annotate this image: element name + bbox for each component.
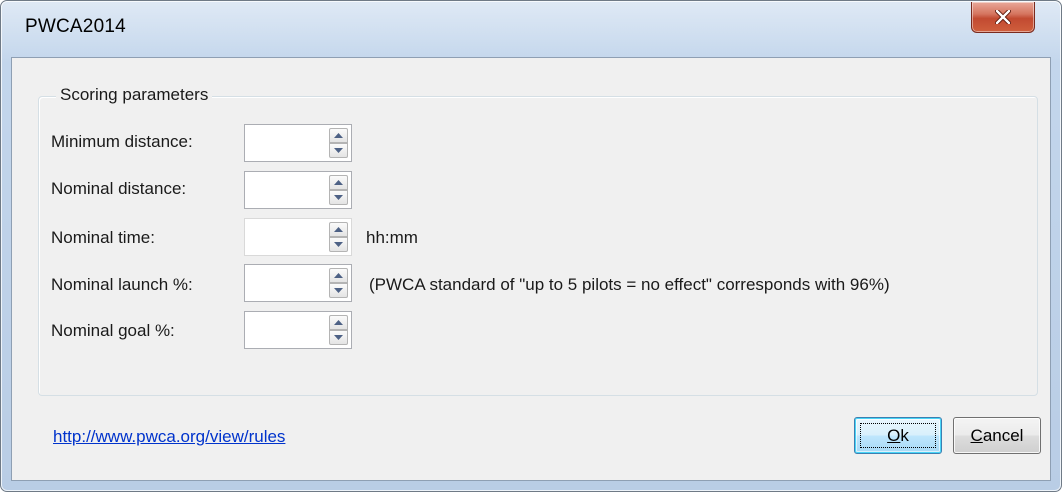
nominal-goal-label: Nominal goal %:	[51, 321, 175, 340]
ok-button[interactable]: Ok	[854, 417, 942, 454]
spin-buttons	[329, 128, 348, 158]
spin-up-button[interactable]	[329, 268, 348, 283]
spin-down-button[interactable]	[329, 143, 348, 158]
cancel-button[interactable]: Cancel	[953, 417, 1041, 454]
spin-down-button[interactable]	[329, 237, 348, 252]
spin-up-arrow-icon	[334, 180, 343, 185]
spin-up-arrow-icon	[334, 320, 343, 325]
close-icon	[995, 10, 1011, 24]
spin-up-button[interactable]	[329, 175, 348, 190]
ok-accelerator: O	[887, 425, 901, 445]
dialog-client-area: Scoring parameters Minimum distance: Nom…	[11, 57, 1051, 481]
nominal-time-spinner[interactable]	[244, 218, 352, 256]
spin-buttons	[329, 222, 348, 252]
spin-down-arrow-icon	[334, 195, 343, 200]
nominal-time-format-hint: hh:mm	[366, 228, 418, 247]
spin-down-button[interactable]	[329, 283, 348, 298]
cancel-button-label: Cancel	[971, 426, 1024, 446]
minimum-distance-spinner[interactable]	[244, 124, 352, 162]
pwca-rules-link[interactable]: http://www.pwca.org/view/rules	[53, 427, 285, 447]
spin-up-arrow-icon	[334, 227, 343, 232]
spin-buttons	[329, 268, 348, 298]
spin-up-button[interactable]	[329, 315, 348, 330]
cancel-label-rest: ancel	[982, 425, 1024, 445]
group-legend: Scoring parameters	[56, 85, 213, 105]
nominal-time-label: Nominal time:	[51, 228, 155, 247]
spin-down-arrow-icon	[334, 288, 343, 293]
title-bar[interactable]: PWCA2014	[1, 1, 1061, 57]
window-title: PWCA2014	[25, 16, 126, 37]
spin-up-arrow-icon	[334, 133, 343, 138]
spin-down-button[interactable]	[329, 190, 348, 205]
spin-down-arrow-icon	[334, 148, 343, 153]
spin-down-arrow-icon	[334, 242, 343, 247]
nominal-distance-spinner[interactable]	[244, 171, 352, 209]
cancel-accelerator: C	[970, 425, 983, 445]
nominal-launch-label: Nominal launch %:	[51, 275, 193, 294]
spin-buttons	[329, 315, 348, 345]
spin-up-arrow-icon	[334, 273, 343, 278]
spin-buttons	[329, 175, 348, 205]
nominal-launch-standard-note: (PWCA standard of "up to 5 pilots = no e…	[369, 275, 890, 294]
spin-up-button[interactable]	[329, 128, 348, 143]
nominal-goal-spinner[interactable]	[244, 311, 352, 349]
spin-down-button[interactable]	[329, 330, 348, 345]
ok-button-label: Ok	[887, 426, 909, 446]
minimum-distance-label: Minimum distance:	[51, 132, 193, 151]
dialog-window: PWCA2014 Scoring parameters Minimum dist…	[0, 0, 1062, 492]
ok-label-rest: k	[900, 425, 909, 445]
nominal-distance-label: Nominal distance:	[51, 179, 187, 198]
spin-down-arrow-icon	[334, 335, 343, 340]
nominal-launch-spinner[interactable]	[244, 264, 352, 302]
close-button[interactable]	[971, 2, 1035, 33]
spin-up-button[interactable]	[329, 222, 348, 237]
